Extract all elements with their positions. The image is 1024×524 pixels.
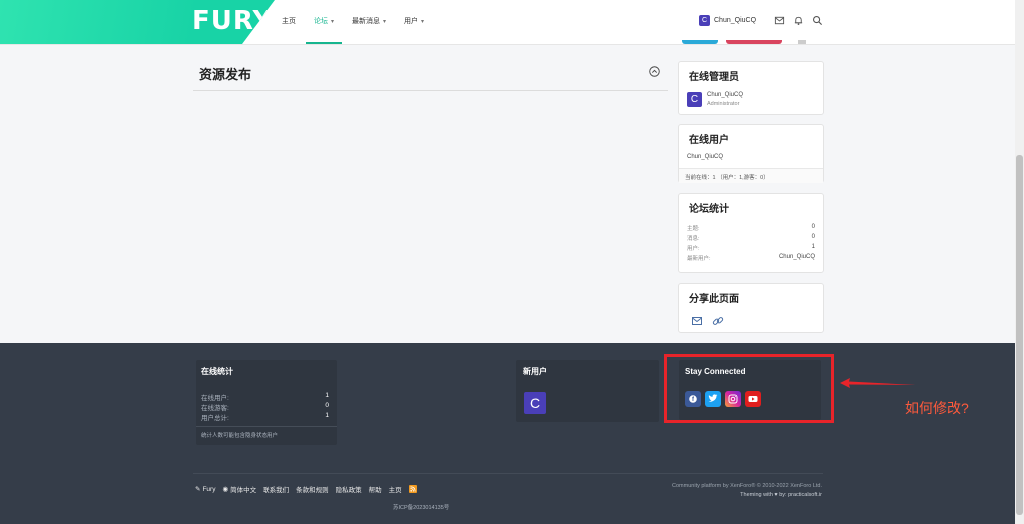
stat-row: 消息: 0 — [687, 234, 815, 244]
online-summary: 当前在线：1 （用户：1,游客：0） — [685, 175, 769, 181]
stat-value: 0 — [811, 234, 815, 240]
footer-stat-value: 0 — [325, 402, 329, 409]
globe-icon: ◉ — [222, 486, 229, 493]
icp-license-link[interactable]: 苏ICP备2023014135号 — [393, 503, 449, 511]
widget-share-page: 分享此页面 — [678, 283, 824, 333]
stat-value: 1 — [811, 244, 815, 250]
brush-icon: ✎ — [195, 486, 201, 493]
footer-link-terms[interactable]: 条款和规则 — [296, 484, 329, 494]
chevron-down-icon: ▾ — [421, 19, 425, 25]
search-icon[interactable] — [812, 15, 823, 26]
user-name-link[interactable]: Chun_QiuCQ — [714, 17, 756, 24]
nav-members[interactable]: 用户 ▾ — [404, 0, 424, 44]
collapse-toggle-icon[interactable] — [649, 66, 660, 77]
nav-home-label: 主页 — [282, 18, 296, 25]
footer-links: ✎ Fury ◉ 简体中文 联系我们 条款和规则 隐私政策 帮助 主页 — [195, 484, 417, 494]
footer-stat-row: 用户总计: 1 — [201, 412, 329, 422]
footer-stats-list: 在线用户: 1 在线游客: 0 用户总计: 1 — [201, 392, 329, 422]
nav-whats-new-label: 最新消息 — [352, 18, 381, 25]
widget-title: 在线用户 — [689, 135, 729, 146]
latest-member-link[interactable]: Chun_QiuCQ — [779, 254, 815, 264]
stat-row: 主题: 0 — [687, 224, 815, 234]
online-summary-bar: 当前在线：1 （用户：1,游客：0） — [679, 168, 823, 183]
main-nav: 主页 论坛 ▾ 最新消息 ▾ 用户 ▾ — [282, 0, 442, 44]
widget-title: 在线管理员 — [689, 72, 739, 83]
section-title[interactable]: 资源发布 — [199, 64, 251, 83]
scrollbar-thumb[interactable] — [1016, 155, 1023, 515]
footer-link-privacy[interactable]: 隐私政策 — [336, 484, 362, 494]
action-button-red[interactable] — [726, 40, 782, 44]
stat-value: 0 — [811, 224, 815, 230]
footer-link-help[interactable]: 帮助 — [369, 484, 382, 494]
user-area: C Chun_QiuCQ — [699, 15, 823, 26]
footer-stat-row: 在线游客: 0 — [201, 402, 329, 412]
chevron-down-icon: ▾ — [331, 19, 335, 25]
user-avatar[interactable]: C — [699, 15, 710, 26]
logo-banner[interactable]: FURY — [0, 0, 275, 44]
footer-new-users: 新用户 C — [516, 360, 659, 422]
footer-stat-row: 在线用户: 1 — [201, 392, 329, 402]
online-user-link[interactable]: Chun_QiuCQ — [687, 154, 723, 160]
footer-stat-value: 1 — [325, 392, 329, 399]
action-button-gray[interactable] — [798, 40, 806, 44]
stat-label: 最新用户: — [687, 256, 711, 262]
footer-stat-label: 用户总计: — [201, 415, 229, 422]
stat-label: 用户: — [687, 246, 700, 252]
mail-icon[interactable] — [774, 15, 785, 26]
footer-box-title: 在线统计 — [201, 367, 233, 376]
nav-whats-new[interactable]: 最新消息 ▾ — [352, 0, 386, 44]
footer-online-stats: 在线统计 在线用户: 1 在线游客: 0 用户总计: 1 统计人数可能包含隐身状态用户 — [196, 360, 337, 445]
footer-link-language[interactable]: 简体中文 — [230, 484, 256, 494]
widget-forum-stats: 论坛统计 主题: 0 消息: 0 用户: 1 最新用户: Chun_QiuCQ — [678, 193, 824, 273]
staff-name-link[interactable]: Chun_QiuCQ — [707, 92, 743, 98]
footer-stat-value: 1 — [325, 412, 329, 419]
nav-home[interactable]: 主页 — [282, 0, 296, 44]
new-user-avatar[interactable]: C — [524, 392, 546, 414]
footer-divider — [196, 426, 337, 427]
widget-online-users: 在线用户 Chun_QiuCQ 当前在线：1 （用户：1,游客：0） — [678, 124, 824, 183]
email-share-icon[interactable] — [691, 315, 703, 327]
copyright-line[interactable]: Community platform by XenForo® © 2010-20… — [600, 483, 822, 489]
nav-forums-label: 论坛 — [314, 18, 328, 25]
link-share-icon[interactable] — [712, 315, 724, 327]
annotation-arrow-icon — [840, 378, 916, 388]
footer-box-title: 新用户 — [523, 367, 547, 376]
widget-online-staff: 在线管理员 C Chun_QiuCQ Administrator — [678, 61, 824, 115]
forum-stats-list: 主题: 0 消息: 0 用户: 1 最新用户: Chun_QiuCQ — [687, 224, 815, 264]
footer-copyright: Community platform by XenForo® © 2010-20… — [600, 483, 822, 498]
footer-separator — [193, 473, 823, 474]
widget-title: 分享此页面 — [689, 294, 739, 305]
staff-role: Administrator — [707, 101, 740, 107]
nav-members-label: 用户 — [404, 18, 419, 25]
annotation-highlight-box — [664, 354, 834, 423]
footer-stat-label: 在线用户: — [201, 395, 229, 402]
footer-link-home[interactable]: 主页 — [389, 484, 402, 494]
bell-icon[interactable] — [793, 15, 804, 26]
theme-credit[interactable]: Theming with ♥ by: practicalsoft.ir — [600, 492, 822, 498]
footer-link-contact[interactable]: 联系我们 — [263, 484, 289, 494]
nav-forums[interactable]: 论坛 ▾ — [305, 0, 343, 44]
stat-label: 主题: — [687, 226, 700, 232]
stat-row: 用户: 1 — [687, 244, 815, 254]
site-logo[interactable]: FURY — [192, 6, 272, 36]
chevron-down-icon: ▾ — [383, 19, 387, 25]
footer-link-style[interactable]: Fury — [202, 486, 215, 493]
staff-avatar[interactable]: C — [687, 92, 702, 107]
action-button-blue[interactable] — [682, 40, 718, 44]
footer-stat-label: 在线游客: — [201, 405, 229, 412]
section-divider — [193, 90, 668, 91]
stat-label: 消息: — [687, 236, 700, 242]
widget-title: 论坛统计 — [689, 204, 729, 215]
annotation-note: 如何修改? — [905, 400, 969, 416]
page-scrollbar[interactable] — [1015, 0, 1024, 524]
footer-stats-note: 统计人数可能包含隐身状态用户 — [201, 433, 279, 439]
site-header: FURY 主页 论坛 ▾ 最新消息 ▾ 用户 ▾ C Chun_QiuCQ — [0, 0, 1015, 45]
rss-icon[interactable] — [408, 485, 417, 493]
stat-row: 最新用户: Chun_QiuCQ — [687, 254, 815, 264]
site-footer: 在线统计 在线用户: 1 在线游客: 0 用户总计: 1 统计人数可能包含隐身状态用户… — [0, 343, 1015, 524]
